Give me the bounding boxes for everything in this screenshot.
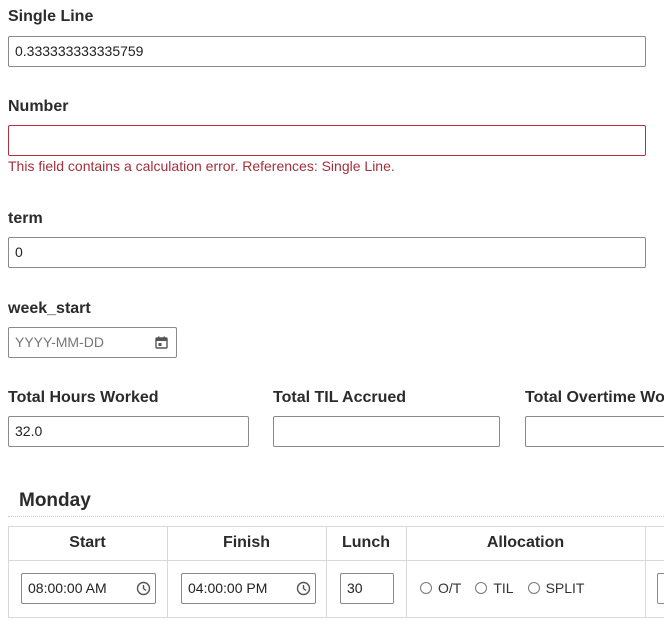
allocation-option-label: TIL (493, 580, 514, 596)
term-input[interactable]: 0 (8, 237, 646, 268)
section-divider (8, 516, 664, 517)
monday-section-title: Monday (19, 490, 91, 511)
start-time-input[interactable]: 08:00:00 AM (21, 573, 156, 604)
allocation-radio-group: O/T TIL SPLIT (420, 579, 598, 597)
number-input[interactable] (8, 125, 646, 156)
column-header-lunch: Lunch (342, 534, 390, 551)
lunch-value: 30 (347, 580, 363, 596)
week-start-label: week_start (8, 300, 91, 317)
allocation-option-til[interactable]: TIL (475, 580, 514, 596)
column-header-allocation: Allocation (486, 534, 565, 551)
term-label: term (8, 210, 43, 227)
radio-circle[interactable] (527, 582, 540, 594)
total-hours-label: Total Hours Worked (8, 389, 159, 406)
allocation-option-ot[interactable]: O/T (420, 580, 461, 596)
week-start-date-input[interactable]: YYYY-MM-DD (8, 327, 177, 358)
total-overtime-label: Total Overtime Wo (525, 389, 664, 406)
column-header-start: Start (69, 534, 106, 551)
allocation-option-label: SPLIT (545, 580, 585, 596)
finish-time-value: 04:00:00 PM (188, 580, 268, 596)
next-column-input[interactable] (657, 573, 664, 604)
table-divider (645, 526, 646, 618)
lunch-input[interactable]: 30 (340, 573, 394, 604)
calendar-icon[interactable] (155, 336, 168, 349)
total-til-label: Total TIL Accrued (273, 389, 407, 406)
total-overtime-input[interactable] (525, 416, 664, 447)
week-start-placeholder: YYYY-MM-DD (15, 334, 104, 350)
start-time-value: 08:00:00 AM (28, 580, 107, 596)
number-error-message: This field contains a calculation error.… (8, 158, 395, 174)
total-hours-input[interactable]: 32.0 (8, 416, 249, 447)
table-header-divider (8, 560, 664, 561)
single-line-label: Single Line (8, 8, 94, 25)
finish-time-input[interactable]: 04:00:00 PM (181, 573, 316, 604)
single-line-input[interactable]: 0.333333333335759 (8, 36, 646, 67)
column-header-finish: Finish (222, 534, 271, 551)
clock-icon[interactable] (296, 581, 311, 596)
radio-circle[interactable] (420, 582, 432, 594)
number-label: Number (8, 98, 69, 115)
allocation-option-label: O/T (438, 580, 462, 596)
allocation-option-split[interactable]: SPLIT (527, 580, 585, 596)
clock-icon[interactable] (136, 581, 151, 596)
total-til-input[interactable] (273, 416, 500, 447)
radio-circle[interactable] (475, 582, 488, 594)
